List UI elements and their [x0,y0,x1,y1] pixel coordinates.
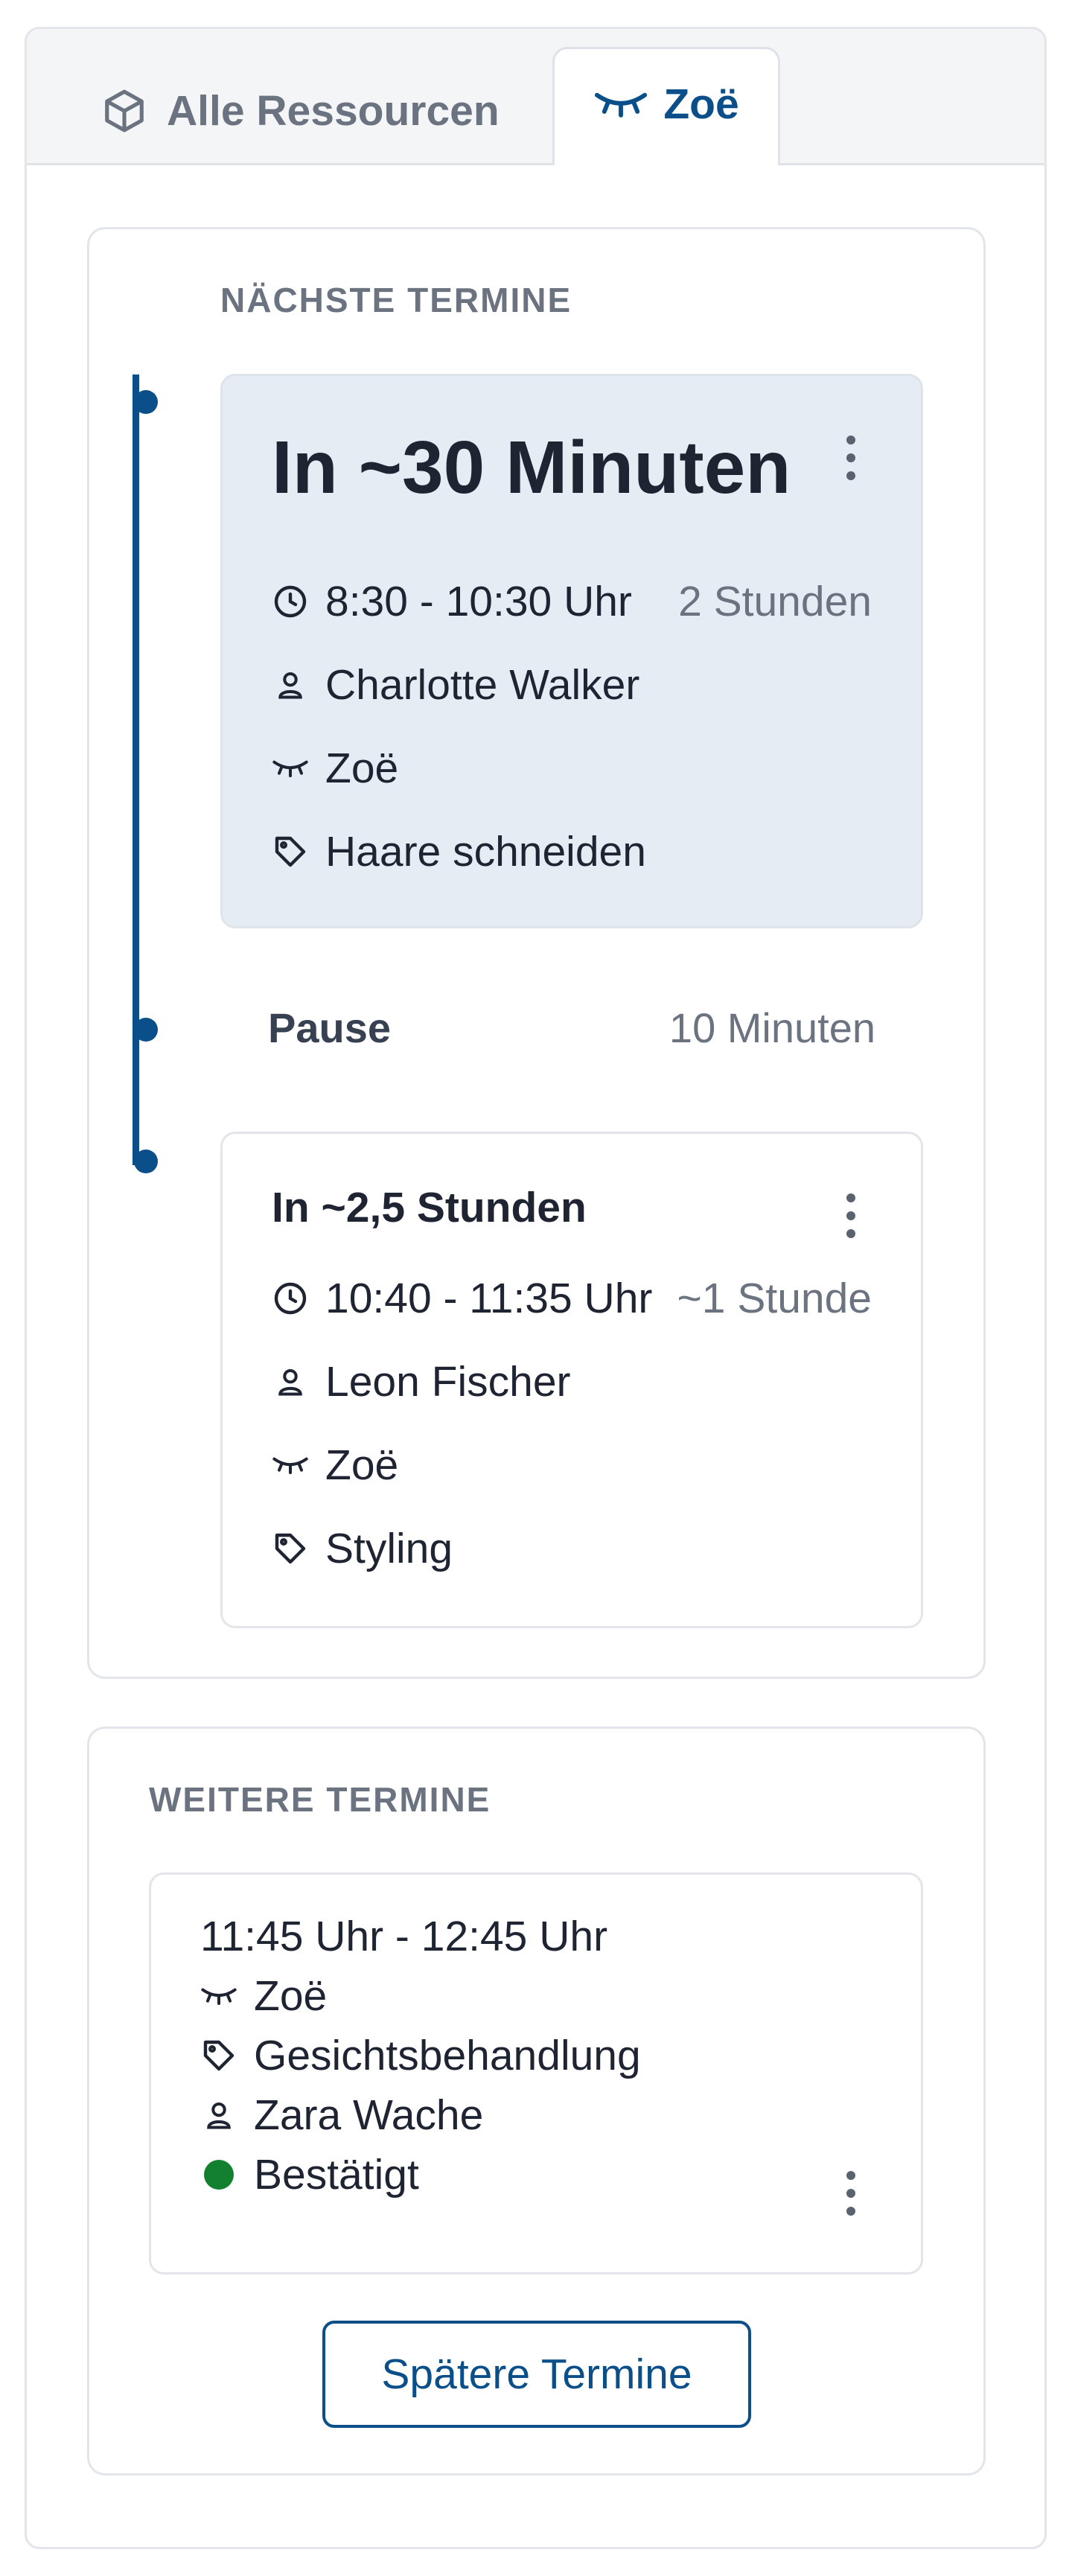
further-appointments-title: WEITERE TERMINE [149,1780,491,1819]
tag-icon [203,2040,234,2071]
eye-closed-icon [272,1457,308,1474]
appointment-customer: Leon Fischer [325,1358,571,1406]
appointment-heading: In ~30 Minuten [272,426,791,509]
user-icon [207,2102,231,2129]
appointment-time-row: 10:40 - 11:35 Uhr [272,1274,652,1323]
eye-closed-icon [201,1988,237,2005]
timeline-line [133,374,139,1165]
appointment-service-row: Styling [272,1524,453,1573]
pause-duration: 10 Minuten [669,1004,875,1051]
eye-closed-icon [595,92,648,118]
tab-zoe-label: Zoë [663,80,739,128]
appointment-resource-row: Zoë [200,1971,327,2021]
appointment-service: Styling [325,1525,453,1572]
timeline-dot [134,1150,158,1173]
box-icon [105,89,144,133]
appointment-customer: Zara Wache [254,2091,484,2139]
appointment-time: 11:45 Uhr - 12:45 Uhr [200,1913,608,1960]
tag-icon [275,1533,306,1564]
appointment-customer-row: Leon Fischer [272,1357,571,1406]
eye-closed-icon [272,760,308,777]
next-appointments-title: NÄCHSTE TERMINE [220,281,572,319]
tab-bar: Alle Ressourcen Zoë [27,29,1044,165]
appointment-resource: Zoë [254,1972,328,2020]
appointment-heading: In ~2,5 Stunden [272,1184,587,1231]
appointment-service-row: Haare schneiden [272,827,646,876]
appointment-status-row: Bestätigt [200,2150,419,2199]
appointment-duration: 2 Stunden [678,578,872,625]
tab-all-resources[interactable]: Alle Ressourcen [101,81,500,141]
clock-icon [274,585,307,618]
more-vertical-icon[interactable] [843,2171,858,2216]
more-vertical-icon[interactable] [843,1193,858,1238]
appointment-resource-row: Zoë [272,1441,398,1490]
appointment-service: Haare schneiden [325,828,646,876]
tab-zoe[interactable]: Zoë [552,47,780,165]
appointment-status: Bestätigt [254,2151,419,2199]
appointment-customer-row: Charlotte Walker [272,660,639,710]
user-icon [278,1368,302,1396]
tab-all-resources-label: Alle Ressourcen [167,87,500,135]
later-appointments-button[interactable]: Spätere Termine [322,2321,751,2428]
appointment-service: Gesichtsbehandlung [254,2032,641,2079]
appointment-card[interactable]: In ~2,5 Stunden 10:40 - 11:35 Uhr ~1 Stu… [220,1132,923,1628]
appointment-resource: Zoë [325,745,399,792]
appointment-time-row: 8:30 - 10:30 Uhr [272,577,632,626]
user-icon [278,672,302,699]
timeline-dot [134,1018,158,1042]
status-dot [204,2160,234,2190]
appointment-list-item[interactable]: 11:45 Uhr - 12:45 Uhr Zoë Gesichtsbehand… [149,1872,923,2274]
timeline-dot [134,390,158,414]
appointment-time: 8:30 - 10:30 Uhr [325,578,632,625]
pause-label: Pause [268,1004,391,1051]
clock-icon [274,1282,307,1315]
more-vertical-icon[interactable] [843,436,858,480]
appointment-customer-row: Zara Wache [200,2091,483,2140]
appointment-card-next[interactable]: In ~30 Minuten 8:30 - 10:30 Uhr 2 Stunde… [220,374,923,928]
appointment-service-row: Gesichtsbehandlung [200,2031,641,2080]
appointment-resource-row: Zoë [272,744,398,793]
appointment-duration: ~1 Stunde [677,1275,872,1322]
tag-icon [275,836,306,867]
appointment-time: 10:40 - 11:35 Uhr [325,1275,653,1322]
appointment-customer: Charlotte Walker [325,661,640,709]
appointment-resource: Zoë [325,1441,399,1489]
